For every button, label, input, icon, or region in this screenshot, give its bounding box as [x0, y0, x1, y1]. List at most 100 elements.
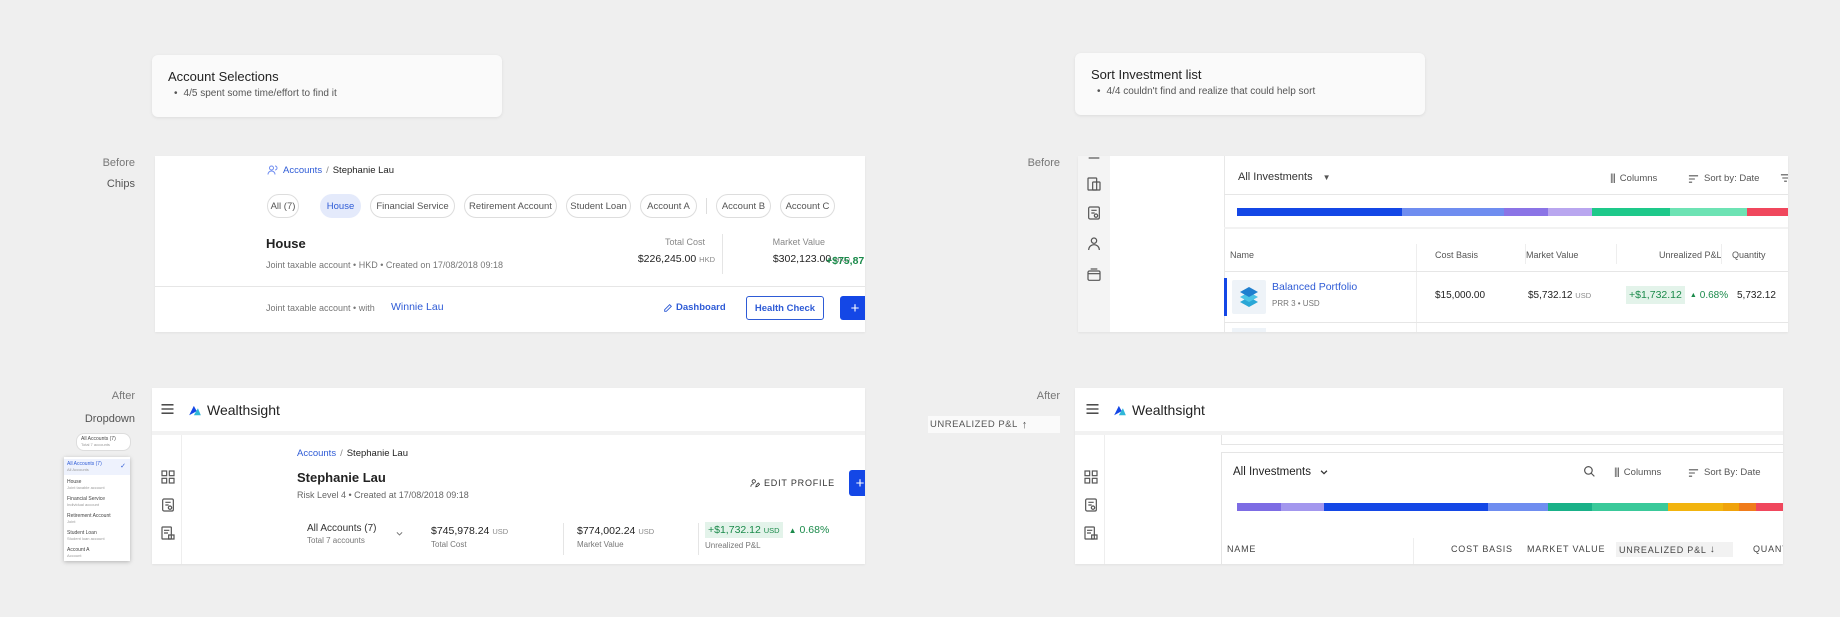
- column-header-unrealized-pnl[interactable]: Unrealized P&L: [1659, 250, 1722, 260]
- mini-option[interactable]: All Accounts (7) All Accounts ✓: [64, 459, 130, 475]
- portfolio-icon[interactable]: [1083, 497, 1099, 513]
- unit: USD: [763, 526, 780, 535]
- chip-account-a[interactable]: Account A: [640, 194, 697, 218]
- investments-dropdown[interactable]: All Investments ▼: [1238, 171, 1331, 183]
- sort-button[interactable]: Sort by: Date: [1688, 173, 1759, 184]
- note-bullet: 4/5 spent some time/effort to find it: [168, 88, 486, 99]
- pnl-stat: +$1,732.12 USD ▲ 0.68% Unrealized P&L: [705, 522, 829, 550]
- breadcrumb-accounts-link[interactable]: Accounts: [297, 448, 336, 459]
- account-meta: Joint taxable account • HKD • Created on…: [266, 260, 503, 270]
- add-button[interactable]: +: [849, 470, 865, 496]
- pnl-badge: +$1,732.12: [1626, 286, 1685, 304]
- label: Unrealized P&L: [705, 541, 761, 550]
- chip-house[interactable]: House: [320, 194, 361, 218]
- dashboard-grid-icon[interactable]: [1083, 469, 1099, 485]
- column-header-cost-basis[interactable]: COST BASIS: [1451, 544, 1513, 554]
- option-sub: Individual account: [67, 502, 100, 507]
- note-title: Account Selections: [168, 69, 279, 84]
- brand-name: Wealthsight: [1132, 402, 1205, 418]
- chip-student-loan[interactable]: Student Loan: [566, 194, 631, 218]
- allocation-segment: [1280, 503, 1325, 511]
- column-header-name[interactable]: NAME: [1227, 544, 1256, 554]
- edit-profile-label: EDIT PROFILE: [764, 478, 835, 488]
- chip-account-b[interactable]: Account B: [716, 194, 771, 218]
- account-select-sub: Total 7 accounts: [307, 536, 365, 545]
- toolbar-divider: [1224, 194, 1788, 195]
- label-dropdown: Dropdown: [84, 413, 135, 425]
- report-icon[interactable]: [1083, 525, 1099, 541]
- mini-option[interactable]: Retirement Account Joint: [64, 511, 114, 526]
- breadcrumb-accounts-link[interactable]: Accounts: [283, 165, 322, 176]
- pnl-pct: 0.68%: [799, 524, 830, 536]
- chip-account-c[interactable]: Account C: [780, 194, 835, 218]
- after-sort-panel: Wealthsight All Investments ||| Columns …: [1075, 388, 1783, 564]
- edit-profile-button[interactable]: EDIT PROFILE: [750, 478, 835, 488]
- chip-retirement-account[interactable]: Retirement Account: [464, 194, 557, 218]
- dashboard-button[interactable]: Dashboard: [663, 302, 726, 313]
- arrow-up-icon: ↑: [1021, 418, 1028, 431]
- option-sub: Joint taxable account: [67, 485, 105, 490]
- table-top-divider: [1224, 227, 1788, 229]
- brand-logo: Wealthsight: [1113, 402, 1205, 418]
- sort-button[interactable]: Sort By: Date: [1688, 467, 1761, 478]
- column-header-cost-basis[interactable]: Cost Basis: [1435, 250, 1478, 260]
- value: +$1,732.12: [708, 524, 761, 536]
- unrealized-sort-chip: UNREALIZED P&L ↑: [928, 416, 1060, 433]
- stat-divider: [698, 523, 699, 555]
- portfolio-icon[interactable]: [160, 497, 176, 513]
- health-check-button[interactable]: Health Check: [746, 296, 824, 320]
- columns-button[interactable]: ||| Columns: [1610, 173, 1657, 184]
- search-icon[interactable]: [1583, 465, 1596, 478]
- dashboard-grid-icon[interactable]: [160, 469, 176, 485]
- column-header-market-value[interactable]: Market Value: [1526, 250, 1578, 260]
- filter-icon[interactable]: [1780, 173, 1788, 183]
- breadcrumb-separator: /: [326, 164, 329, 176]
- investments-dropdown-label: All Investments: [1233, 466, 1311, 478]
- column-header-unrealized-pnl[interactable]: UNREALIZED P&L ↓: [1616, 542, 1733, 557]
- footer-text: Joint taxable account • with: [266, 303, 375, 313]
- mini-option[interactable]: Student Loan Student loan account: [64, 528, 108, 543]
- wealthsight-logo-icon: [188, 404, 202, 416]
- document-icon[interactable]: [1086, 205, 1102, 221]
- sort-label: Sort By: Date: [1704, 467, 1761, 478]
- report-icon[interactable]: [160, 525, 176, 541]
- column-header-name[interactable]: Name: [1230, 250, 1254, 260]
- menu-icon[interactable]: [1085, 403, 1100, 415]
- row-name-link[interactable]: Balanced Portfolio: [1272, 281, 1357, 293]
- user-icon[interactable]: [1086, 236, 1102, 252]
- column-header-quantity[interactable]: QUANT: [1753, 544, 1783, 554]
- menu-icon[interactable]: [160, 403, 175, 415]
- investments-dropdown[interactable]: All Investments: [1233, 466, 1329, 478]
- unrealized-label: UNREALIZED P&L: [930, 419, 1018, 430]
- table-row[interactable]: Balanced Portfolio PRR 3 • USD $15,000.0…: [1224, 272, 1788, 322]
- chip-all[interactable]: All (7): [267, 194, 299, 218]
- row-quantity: 5,732.12: [1737, 290, 1776, 301]
- footer-user-link[interactable]: Winnie Lau: [391, 301, 444, 313]
- column-header-market-value[interactable]: MARKET VALUE: [1527, 544, 1605, 554]
- columns-label: Columns: [1623, 467, 1662, 478]
- chip-financial-service[interactable]: Financial Service: [370, 194, 455, 218]
- brand-logo: Wealthsight: [188, 402, 280, 418]
- portfolio-thumbnail-icon: [1232, 280, 1266, 314]
- mini-option[interactable]: House Joint taxable account: [64, 477, 108, 492]
- total-cost-label: Total Cost: [664, 237, 705, 247]
- mini-account-select[interactable]: All Accounts (7) Total 7 accounts: [76, 433, 131, 451]
- mini-option[interactable]: Account A Account: [64, 545, 93, 560]
- allocation-segment: [1402, 208, 1505, 216]
- after-dropdown-panel: Wealthsight Accounts / Stephanie Lau Ste…: [152, 388, 865, 564]
- allocation-segment: [1548, 208, 1593, 216]
- columns-icon: |||: [1610, 173, 1616, 184]
- add-button[interactable]: +: [840, 296, 865, 320]
- column-header-quantity[interactable]: Quantity: [1732, 250, 1766, 260]
- wallet-icon[interactable]: [1086, 267, 1102, 283]
- account-select[interactable]: All Accounts (7) Total 7 accounts: [307, 523, 403, 555]
- mini-option[interactable]: Financial Service Individual account: [64, 494, 108, 509]
- portfolio-icon[interactable]: [1086, 176, 1102, 192]
- row-market-value: $5,732.12 USD: [1528, 290, 1591, 301]
- columns-button[interactable]: ||| Columns: [1614, 467, 1661, 478]
- pnl-value: +$75,87: [826, 255, 865, 267]
- accounts-icon: [267, 164, 279, 176]
- market-value-stat: $774,002.24 USD Market Value: [577, 525, 654, 549]
- total-cost-stat: $745,978.24 USD Total Cost: [431, 525, 508, 549]
- grid-icon[interactable]: [1086, 156, 1102, 166]
